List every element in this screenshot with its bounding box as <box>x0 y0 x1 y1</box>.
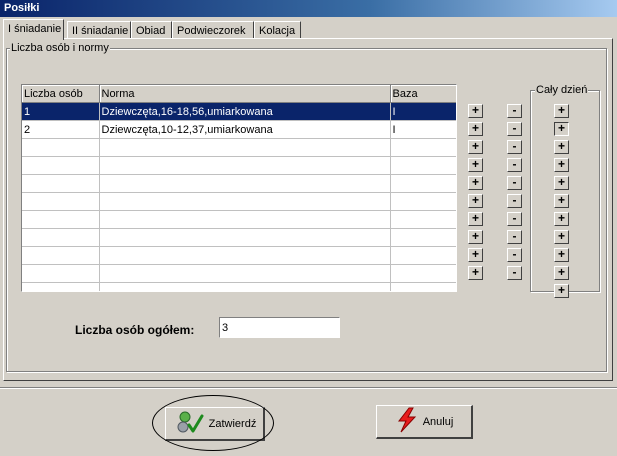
cell-base[interactable]: I <box>390 120 456 139</box>
add-row-button[interactable]: + <box>468 122 483 136</box>
cell-count[interactable] <box>22 174 100 193</box>
cell-base[interactable]: I <box>390 102 456 121</box>
whole-day-add-button[interactable]: + <box>554 266 569 280</box>
cell-norm[interactable] <box>99 192 391 211</box>
table-row[interactable] <box>22 174 456 193</box>
tab-lunch[interactable]: Obiad <box>131 21 172 39</box>
cell-count[interactable] <box>22 210 100 229</box>
cell-base[interactable] <box>390 174 456 193</box>
cell-base[interactable] <box>390 156 456 175</box>
whole-day-title: Cały dzień <box>535 84 589 96</box>
table-row[interactable] <box>22 156 456 175</box>
confirm-button[interactable]: Zatwierdź <box>165 407 265 441</box>
cell-norm[interactable] <box>99 246 391 265</box>
cell-norm[interactable]: Dziewczęta,16-18,56,umiarkowana <box>99 102 391 121</box>
norms-group-title: Liczba osób i normy <box>10 42 110 54</box>
add-row-button[interactable]: + <box>468 104 483 118</box>
tab-second-breakfast[interactable]: II śniadanie <box>67 21 131 39</box>
cell-norm[interactable] <box>99 282 391 291</box>
table-row[interactable] <box>22 228 456 247</box>
whole-day-add-button[interactable]: + <box>554 158 569 172</box>
lightning-icon <box>395 407 419 436</box>
table-row[interactable]: 2 Dziewczęta,10-12,37,umiarkowana I <box>22 120 456 139</box>
table-row[interactable] <box>22 138 456 157</box>
remove-row-button[interactable]: - <box>507 158 522 172</box>
remove-row-button[interactable]: - <box>507 212 522 226</box>
cell-norm[interactable] <box>99 174 391 193</box>
table-row[interactable] <box>22 264 456 283</box>
cell-count[interactable] <box>22 156 100 175</box>
cell-norm[interactable] <box>99 210 391 229</box>
add-row-button[interactable]: + <box>468 194 483 208</box>
whole-day-add-button[interactable]: + <box>554 212 569 226</box>
cell-count[interactable] <box>22 138 100 157</box>
add-row-button[interactable]: + <box>468 230 483 244</box>
table-row[interactable]: 1 Dziewczęta,16-18,56,umiarkowana I <box>22 102 456 121</box>
cell-count[interactable]: 1 <box>22 102 100 121</box>
cell-count[interactable] <box>22 228 100 247</box>
norms-grid[interactable]: Liczba osób Norma Baza 1 Dziewczęta,16-18… <box>21 84 457 292</box>
cell-norm[interactable] <box>99 138 391 157</box>
cancel-button[interactable]: Anuluj <box>376 405 473 439</box>
whole-day-add-button[interactable]: + <box>554 248 569 262</box>
whole-day-add-button[interactable]: + <box>554 140 569 154</box>
cell-count[interactable] <box>22 192 100 211</box>
add-row-button[interactable]: + <box>468 140 483 154</box>
cell-base[interactable] <box>390 264 456 283</box>
add-row-button[interactable]: + <box>468 266 483 280</box>
remove-row-button[interactable]: - <box>507 176 522 190</box>
table-row[interactable] <box>22 282 456 291</box>
whole-day-add-button[interactable]: + <box>554 104 569 118</box>
confirm-label: Zatwierdź <box>208 417 257 430</box>
grid-header-row: Liczba osób Norma Baza <box>22 85 456 103</box>
total-people-field[interactable] <box>219 317 340 338</box>
table-row[interactable] <box>22 192 456 211</box>
add-row-button[interactable]: + <box>468 248 483 262</box>
cell-base[interactable] <box>390 210 456 229</box>
remove-row-button[interactable]: - <box>507 230 522 244</box>
cell-base[interactable] <box>390 282 456 291</box>
total-people-label: Liczba osób ogółem: <box>75 323 195 337</box>
remove-row-button[interactable]: - <box>507 140 522 154</box>
cell-norm[interactable] <box>99 264 391 283</box>
cell-count[interactable] <box>22 264 100 283</box>
column-header-count[interactable]: Liczba osób <box>22 85 100 103</box>
cell-norm[interactable] <box>99 228 391 247</box>
cell-count[interactable] <box>22 246 100 265</box>
cell-base[interactable] <box>390 228 456 247</box>
divider <box>0 387 617 389</box>
cell-count[interactable] <box>22 282 100 291</box>
cell-base[interactable] <box>390 192 456 211</box>
remove-row-button[interactable]: - <box>507 104 522 118</box>
column-header-base[interactable]: Baza <box>390 85 456 103</box>
whole-day-add-button[interactable]: + <box>554 122 569 136</box>
remove-row-button[interactable]: - <box>507 122 522 136</box>
table-row[interactable] <box>22 210 456 229</box>
whole-day-add-button[interactable]: + <box>554 194 569 208</box>
cancel-label: Anuluj <box>422 415 454 428</box>
whole-day-add-button[interactable]: + <box>554 284 569 298</box>
column-header-norm[interactable]: Norma <box>99 85 391 103</box>
cell-norm[interactable]: Dziewczęta,10-12,37,umiarkowana <box>99 120 391 139</box>
add-row-button[interactable]: + <box>468 158 483 172</box>
tab-dinner[interactable]: Kolacja <box>254 21 301 39</box>
cell-base[interactable] <box>390 246 456 265</box>
whole-day-add-button[interactable]: + <box>554 176 569 190</box>
tab-afternoon-snack[interactable]: Podwieczorek <box>172 21 254 39</box>
table-row[interactable] <box>22 246 456 265</box>
remove-row-button[interactable]: - <box>507 248 522 262</box>
add-row-button[interactable]: + <box>468 176 483 190</box>
cell-norm[interactable] <box>99 156 391 175</box>
tab-first-breakfast[interactable]: I śniadanie <box>3 19 64 40</box>
confirm-icon <box>173 409 205 438</box>
remove-row-button[interactable]: - <box>507 266 522 280</box>
whole-day-add-button[interactable]: + <box>554 230 569 244</box>
remove-row-button[interactable]: - <box>507 194 522 208</box>
add-row-button[interactable]: + <box>468 212 483 226</box>
cell-count[interactable]: 2 <box>22 120 100 139</box>
cell-base[interactable] <box>390 138 456 157</box>
window-title: Posiłki <box>0 0 617 17</box>
